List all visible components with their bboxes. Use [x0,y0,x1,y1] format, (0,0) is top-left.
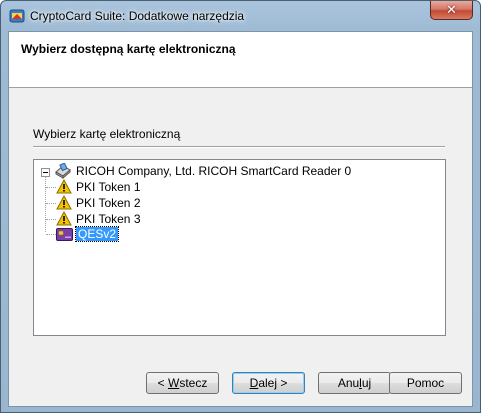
tree-node-pki-token-2[interactable]: PKI Token 2 [34,195,434,211]
card-reader-icon [55,163,71,179]
warning-icon [56,195,72,210]
warning-icon [56,179,72,194]
dialog-window: CryptoCard Suite: Dodatkowe narzędzia ✕ … [0,0,481,413]
cancel-button[interactable]: Anuluj [318,372,391,394]
tree-node-qesv2[interactable]: QESv2 [34,226,434,243]
back-button-mnemonic: W [168,376,180,390]
section-divider [33,146,445,148]
tree-item-label: QESv2 [74,226,120,242]
window-title: CryptoCard Suite: Dodatkowe narzędzia [30,9,245,23]
next-button[interactable]: Dalej > [232,372,305,394]
tree-item-label: PKI Token 1 [76,180,141,194]
smartcard-tree[interactable]: RICOH Company, Ltd. RICOH SmartCard Read… [33,159,446,336]
back-button[interactable]: < Wstecz [146,372,219,394]
tree-node-reader[interactable]: RICOH Company, Ltd. RICOH SmartCard Read… [34,163,434,179]
help-button-label: Pomoc [406,376,445,390]
warning-icon [56,211,72,226]
cancel-button-pre: Anu [337,376,360,390]
tree-node-pki-token-1[interactable]: PKI Token 1 [34,179,434,195]
tree-item-label: PKI Token 3 [76,212,141,226]
tree-item-label: PKI Token 2 [76,196,141,210]
wizard-client-area: Wybierz dostępną kartę elektroniczną Wyb… [8,31,473,407]
app-icon [9,9,25,23]
page-title: Wybierz dostępną kartę elektroniczną [21,42,236,56]
close-icon: ✕ [446,2,457,17]
back-button-rest: stecz [179,376,208,390]
reader-label: RICOH Company, Ltd. RICOH SmartCard Read… [76,164,352,178]
next-button-rest: alej > [258,376,288,390]
wizard-header: Wybierz dostępną kartę elektroniczną [9,32,472,88]
close-button[interactable]: ✕ [430,1,473,20]
section-label: Wybierz kartę elektroniczną [33,127,181,141]
cancel-button-post: uj [361,376,372,390]
tree-node-pki-token-3[interactable]: PKI Token 3 [34,211,434,227]
smartcard-icon [56,228,73,241]
help-button[interactable]: Pomoc [389,372,462,394]
next-button-mnemonic: D [249,376,259,390]
back-button-prefix: < [157,376,168,390]
wizard-buttons: < Wstecz Dalej > Anuluj Pomoc [9,372,472,396]
title-bar[interactable]: CryptoCard Suite: Dodatkowe narzędzia ✕ [1,1,480,31]
